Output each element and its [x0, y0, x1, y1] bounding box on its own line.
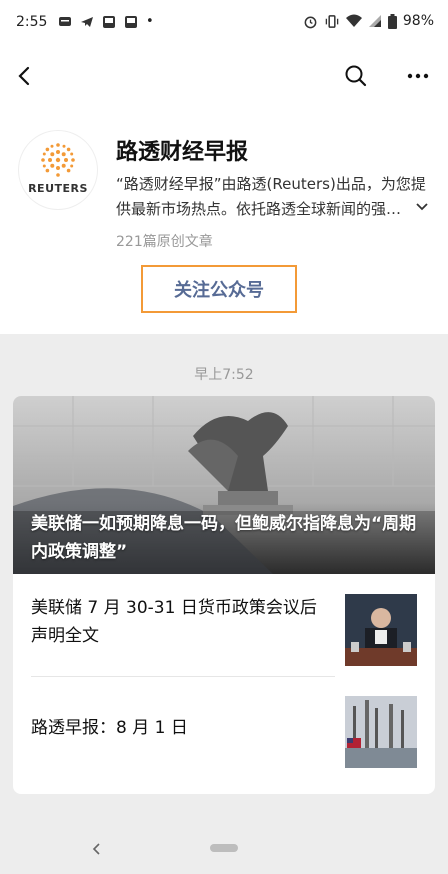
home-pill[interactable]: [210, 844, 238, 852]
signal-icon: [368, 15, 381, 27]
status-bar: 2:55 • 98%: [0, 0, 448, 48]
hero-title: 美联储一如预期降息一码，但鲍威尔指降息为“周期内政策调整”: [31, 514, 417, 562]
chevron-left-icon: [18, 66, 30, 86]
message-icon: [59, 16, 71, 26]
search-button[interactable]: [342, 62, 370, 90]
more-dots-icon: [407, 73, 429, 79]
list-item[interactable]: 路透早报：8 月 1 日: [13, 684, 435, 784]
article-count: 221篇原创文章: [116, 234, 213, 250]
battery-icon: [387, 13, 397, 29]
clock: 2:55: [16, 14, 48, 30]
logo-text: REUTERS: [28, 182, 88, 195]
account-name: 路透财经早报: [116, 140, 249, 165]
article-thumbnail: [345, 696, 417, 768]
feed-timestamp: 早上7:52: [194, 367, 254, 383]
system-icons: 98%: [303, 13, 434, 29]
notification-icons: •: [58, 14, 154, 29]
article-title: 美联储 7 月 30-31 日货币政策会议后声明全文: [31, 598, 317, 646]
chevron-down-icon[interactable]: [414, 198, 430, 214]
alarm-icon: [304, 16, 317, 28]
account-description: “路透财经早报”由路透(Reuters)出品，为您提供最新市场热点。依托路透全球…: [116, 175, 426, 218]
dot: •: [146, 14, 154, 29]
follow-button[interactable]: 关注公众号: [141, 265, 297, 313]
top-nav: [0, 52, 448, 100]
battery-percent: 98%: [402, 13, 434, 29]
divider: [31, 676, 335, 677]
article-card: 美联储一如预期降息一码，但鲍威尔指降息为“周期内政策调整” 美联储 7 月 30…: [13, 396, 435, 794]
telegram-icon: [81, 16, 93, 27]
back-button[interactable]: [12, 62, 40, 90]
system-nav-bar: [0, 824, 448, 874]
article-thumbnail: [345, 594, 417, 666]
hero-article[interactable]: 美联储一如预期降息一码，但鲍威尔指降息为“周期内政策调整”: [13, 396, 435, 574]
more-button[interactable]: [404, 62, 432, 90]
wifi-icon: [345, 14, 362, 27]
back-chevron-icon[interactable]: [88, 840, 106, 858]
list-item[interactable]: 美联储 7 月 30-31 日货币政策会议后声明全文: [13, 576, 435, 676]
app-icon: [103, 15, 115, 28]
article-title: 路透早报：8 月 1 日: [31, 718, 188, 738]
search-icon: [345, 65, 367, 87]
vibrate-icon: [325, 14, 339, 28]
article-feed: 早上7:52 美联储一如预期降息一码，但鲍威尔指降息为“周期内政策调整” 美联储…: [0, 334, 448, 824]
app-icon: [125, 15, 137, 28]
account-logo[interactable]: REUTERS: [18, 130, 98, 210]
reuters-logo-icon: [41, 143, 75, 177]
